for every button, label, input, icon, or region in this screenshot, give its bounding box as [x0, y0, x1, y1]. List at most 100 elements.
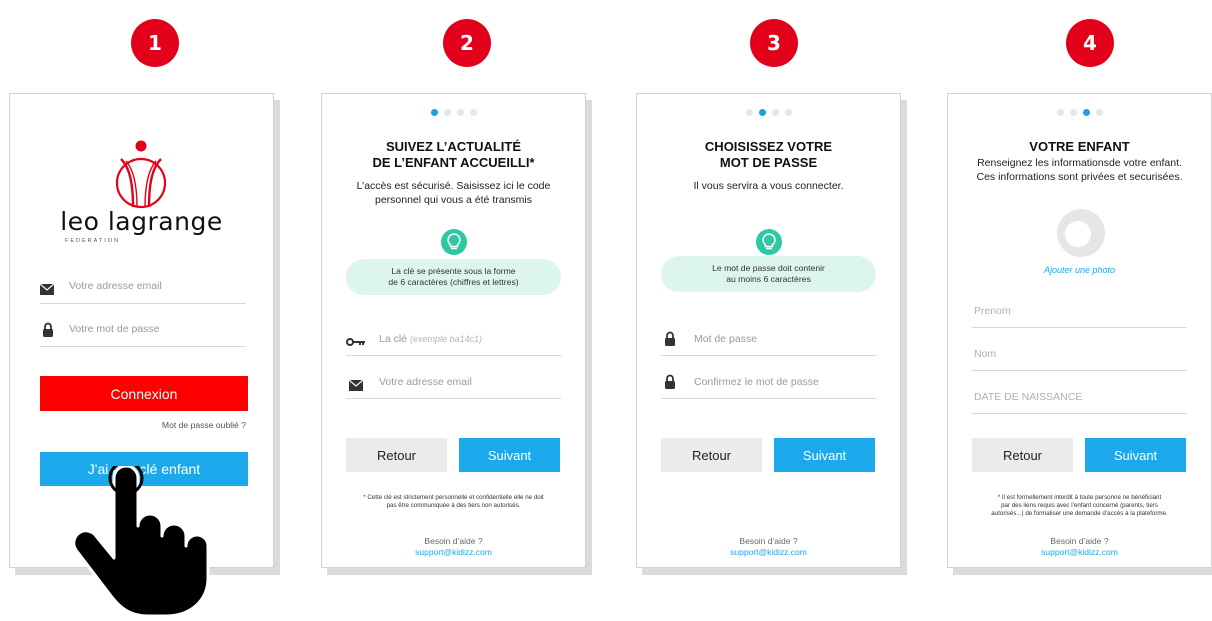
help-footer: Besoin d’aide ? support@kidizz.com: [637, 536, 900, 558]
page-title-line-1: CHOISISSEZ VOTRE: [704, 139, 833, 154]
page-title: VOTRE ENFANT: [948, 139, 1211, 155]
lightbulb-icon: [755, 229, 782, 255]
progress-dot-3: [456, 109, 464, 116]
page-title-line-2: MOT DE PASSE: [719, 155, 818, 170]
progress-dot-4: [784, 109, 792, 116]
birthdate-input[interactable]: DATE DE NAISSANCE: [972, 386, 1187, 414]
progress-dot-3: [1082, 109, 1090, 116]
child-key-screen: SUIVEZ L’ACTUALITÉ DE L’ENFANT ACCUEILLI…: [321, 93, 586, 568]
password-screen: CHOISISSEZ VOTRE MOT DE PASSE Il vous se…: [636, 93, 901, 568]
child-key-placeholder: La clé (exemple ba14c1): [379, 333, 482, 345]
logo-subtext: FEDERATION: [65, 238, 121, 244]
hint-line-1: Le mot de passe doit contenir: [712, 263, 825, 273]
page-subtitle-line-1: L’accès est sécurisé. Saisissez ici le c…: [356, 180, 551, 192]
page-subtitle-line-1: Renseignez les informationsde votre enfa…: [977, 157, 1182, 169]
progress-dot-4: [1095, 109, 1103, 116]
page-subtitle-line-2: Ces informations sont privées et securis…: [976, 171, 1183, 183]
forgot-password-link[interactable]: Mot de passe oublié ?: [162, 420, 246, 430]
step-badge-1: 1: [131, 19, 179, 67]
progress-dot-1: [745, 109, 753, 116]
progress-dots: [322, 109, 585, 116]
avatar-placeholder[interactable]: [1057, 209, 1105, 257]
page-title: CHOISISSEZ VOTRE MOT DE PASSE: [637, 139, 900, 171]
confirm-password-input[interactable]: Confirmez le mot de passe: [661, 371, 876, 399]
confirm-password-placeholder: Confirmez le mot de passe: [694, 376, 819, 388]
step2-email-input[interactable]: Votre adresse email: [346, 371, 561, 399]
hint-line-1: La clé se présente sous la forme: [391, 266, 516, 276]
envelope-icon: [40, 284, 54, 295]
login-password-field[interactable]: Votre mot de passe: [40, 319, 246, 347]
note-line-3: autorisés...) de formaliser une demande …: [991, 510, 1168, 517]
avatar-icon: [1065, 221, 1091, 247]
note-line-1: * Cette clé est strictement personnelle …: [363, 494, 544, 501]
back-button[interactable]: Retour: [346, 438, 447, 472]
progress-dot-2: [758, 109, 766, 116]
next-button[interactable]: Suivant: [774, 438, 875, 472]
child-key-example: (exemple ba14c1): [409, 334, 482, 344]
child-key-placeholder-label: La clé: [379, 333, 408, 345]
login-email-field[interactable]: Votre adresse email: [40, 276, 246, 304]
page-title: SUIVEZ L’ACTUALITÉ DE L’ENFANT ACCUEILLI…: [322, 139, 585, 171]
support-email-link[interactable]: support@kidizz.com: [1041, 547, 1118, 557]
progress-dot-2: [443, 109, 451, 116]
birthdate-placeholder: DATE DE NAISSANCE: [974, 391, 1083, 403]
add-photo-link[interactable]: Ajouter une photo: [948, 265, 1211, 275]
logo-emblem-icon: [115, 140, 167, 209]
page-title-line-1: VOTRE ENFANT: [1029, 139, 1130, 154]
progress-dot-4: [469, 109, 477, 116]
help-footer: Besoin d’aide ? support@kidizz.com: [948, 536, 1211, 558]
lastname-placeholder: Nom: [974, 348, 997, 360]
password-rule-hint: Le mot de passe doit contenir au moins 6…: [661, 256, 876, 292]
login-email-placeholder: Votre adresse email: [69, 280, 162, 292]
note-line-1: * Il est formellement interdit à toute p…: [997, 494, 1162, 501]
page-subtitle-line-2: personnel qui vous a été transmis: [374, 194, 532, 206]
lock-icon: [665, 374, 675, 389]
lightbulb-icon: [440, 229, 467, 255]
progress-dots: [948, 109, 1211, 116]
logo-text: leo lagrange: [60, 207, 223, 236]
child-key-input[interactable]: La clé (exemple ba14c1): [346, 328, 561, 356]
progress-dot-1: [430, 109, 438, 116]
login-password-placeholder: Votre mot de passe: [69, 323, 160, 335]
step-badge-3: 3: [750, 19, 798, 67]
child-info-screen: VOTRE ENFANT Renseignez les informations…: [947, 93, 1212, 568]
leo-lagrange-logo: leo lagrange FEDERATION: [10, 139, 273, 244]
page-subtitle: Renseignez les informationsde votre enfa…: [956, 156, 1203, 184]
lastname-input[interactable]: Nom: [972, 343, 1187, 371]
support-email-link[interactable]: support@kidizz.com: [415, 547, 492, 557]
progress-dots: [637, 109, 900, 116]
firstname-input[interactable]: Prenom: [972, 300, 1187, 328]
next-button[interactable]: Suivant: [1085, 438, 1186, 472]
page-subtitle: Il vous servira a vous connecter.: [645, 179, 892, 193]
page-title-line-1: SUIVEZ L’ACTUALITÉ: [385, 139, 522, 154]
support-email-link[interactable]: support@kidizz.com: [730, 547, 807, 557]
lock-icon: [43, 322, 53, 337]
firstname-placeholder: Prenom: [974, 305, 1011, 317]
page-subtitle: L’accès est sécurisé. Saisissez ici le c…: [330, 179, 577, 207]
hint-line-2: au moins 6 caractères: [726, 274, 811, 284]
progress-dot-1: [1056, 109, 1064, 116]
help-footer: Besoin d’aide ? support@kidizz.com: [322, 536, 585, 558]
key-format-hint: La clé se présente sous la forme de 6 ca…: [346, 259, 561, 295]
envelope-icon: [349, 380, 363, 391]
password-placeholder: Mot de passe: [694, 333, 758, 345]
help-label: Besoin d’aide ?: [424, 536, 483, 546]
help-label: Besoin d’aide ?: [1050, 536, 1109, 546]
step-badge-4: 4: [1066, 19, 1114, 67]
back-button[interactable]: Retour: [661, 438, 762, 472]
key-icon: [346, 338, 365, 346]
hint-line-2: de 6 caractères (chiffres et lettres): [388, 277, 519, 287]
step-badge-2: 2: [443, 19, 491, 67]
page-subtitle-line-1: Il vous servira a vous connecter.: [693, 180, 844, 192]
next-button[interactable]: Suivant: [459, 438, 560, 472]
password-input[interactable]: Mot de passe: [661, 328, 876, 356]
help-label: Besoin d’aide ?: [739, 536, 798, 546]
progress-dot-3: [771, 109, 779, 116]
legal-note: * Il est formellement interdit à toute p…: [962, 494, 1197, 518]
progress-dot-2: [1069, 109, 1077, 116]
confidentiality-note: * Cette clé est strictement personnelle …: [336, 494, 571, 510]
page-title-line-2: DE L’ENFANT ACCUEILLI*: [372, 155, 535, 170]
connect-button[interactable]: Connexion: [40, 376, 248, 411]
back-button[interactable]: Retour: [972, 438, 1073, 472]
note-line-2: par des liens requis avec l’enfant conce…: [1001, 502, 1158, 509]
